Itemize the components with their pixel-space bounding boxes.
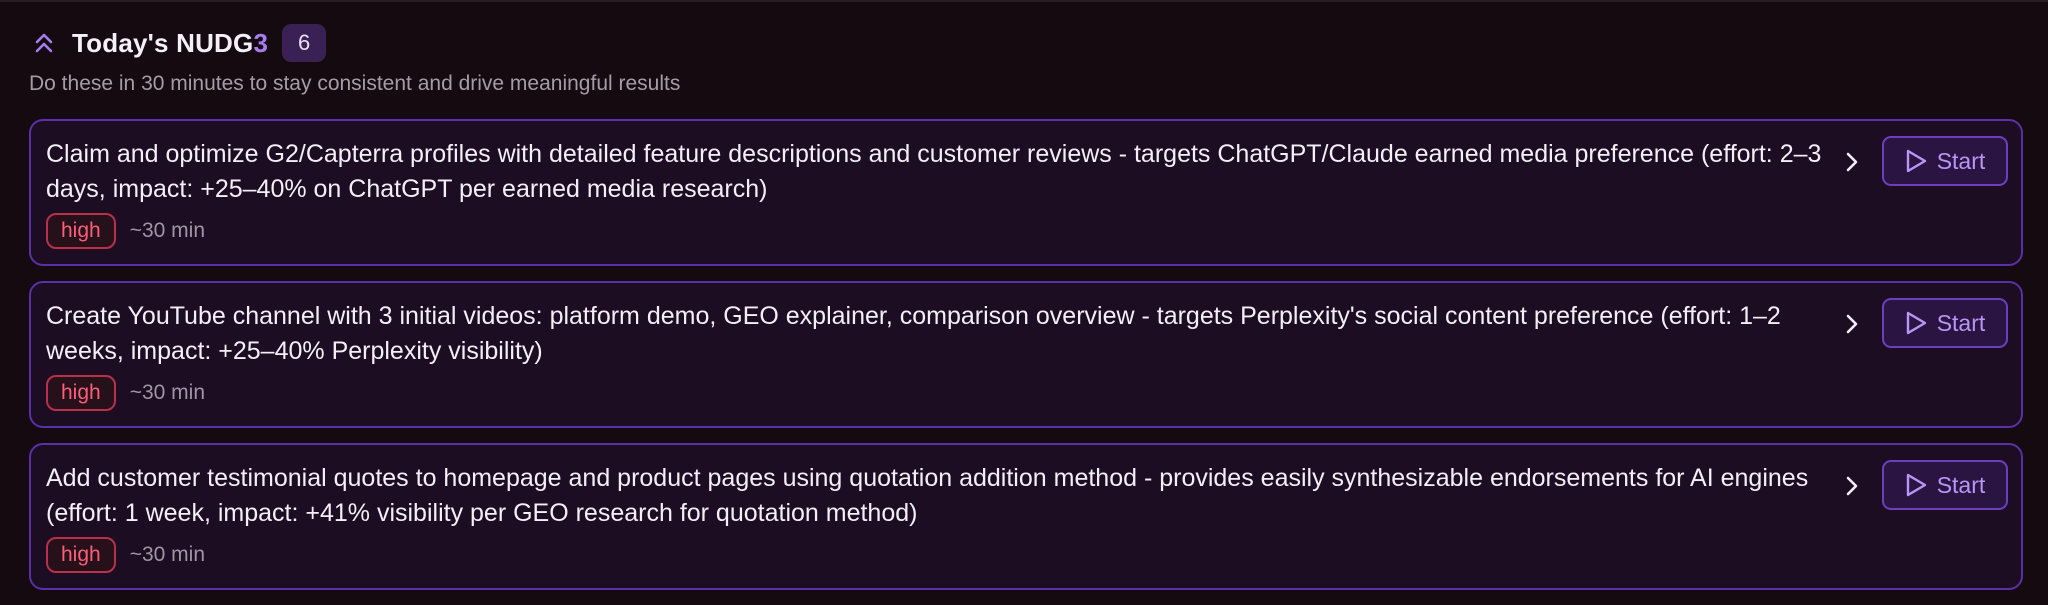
nudge-list: Claim and optimize G2/Capterra profiles … — [29, 119, 2023, 605]
nudges-header: Today's NUDG3 6 — [28, 22, 327, 64]
top-divider — [0, 0, 2048, 2]
title-prefix: Today's NUDG — [72, 27, 254, 58]
start-button[interactable]: Start — [1882, 460, 2008, 510]
play-icon — [1906, 473, 1926, 497]
start-button-label: Start — [1936, 147, 1986, 174]
duration-label: ~30 min — [129, 543, 205, 566]
nudge-card[interactable]: Claim and optimize G2/Capterra profiles … — [29, 119, 2023, 266]
priority-badge: high — [46, 537, 116, 573]
nudge-meta: high ~30 min — [46, 213, 205, 249]
chevron-right-icon[interactable] — [1837, 147, 1867, 177]
section-subtitle: Do these in 30 minutes to stay consisten… — [29, 72, 681, 95]
start-button-label: Start — [1936, 471, 1986, 498]
duration-label: ~30 min — [129, 219, 205, 242]
nudge-text: Add customer testimonial quotes to homep… — [46, 464, 1809, 527]
start-button[interactable]: Start — [1882, 136, 2008, 186]
start-button-label: Start — [1936, 309, 1986, 336]
nudge-meta: high ~30 min — [46, 375, 205, 411]
duration-label: ~30 min — [129, 381, 205, 404]
priority-badge: high — [46, 375, 116, 411]
start-button[interactable]: Start — [1882, 298, 2008, 348]
nudge-card[interactable]: Create YouTube channel with 3 initial vi… — [29, 281, 2023, 428]
nudge-card[interactable]: Add customer testimonial quotes to homep… — [29, 443, 2023, 590]
chevron-right-icon[interactable] — [1837, 471, 1867, 501]
play-icon — [1906, 311, 1926, 335]
nudge-count-badge: 6 — [282, 24, 327, 62]
chevrons-up-icon[interactable] — [30, 29, 58, 57]
section-title: Today's NUDG3 — [72, 28, 268, 59]
priority-badge: high — [46, 213, 116, 249]
nudge-text: Claim and optimize G2/Capterra profiles … — [46, 140, 1822, 203]
nudge-meta: high ~30 min — [46, 537, 205, 573]
title-accent: 3 — [253, 27, 269, 58]
chevron-right-icon[interactable] — [1837, 309, 1867, 339]
nudge-text: Create YouTube channel with 3 initial vi… — [46, 302, 1781, 365]
play-icon — [1906, 149, 1926, 173]
